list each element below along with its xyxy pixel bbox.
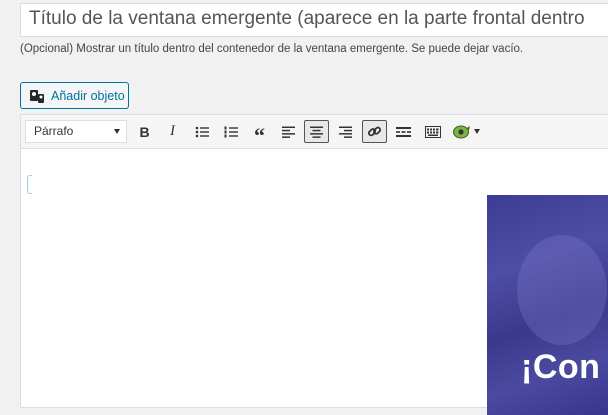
format-select-value: Párrafo <box>34 124 74 138</box>
add-media-icon <box>29 88 45 104</box>
plugin-logo-icon <box>452 125 480 139</box>
align-right-button[interactable] <box>333 120 358 143</box>
align-center-button[interactable] <box>304 120 329 143</box>
blockquote-icon: “ <box>254 122 265 148</box>
align-left-button[interactable] <box>276 120 301 143</box>
bold-button[interactable]: B <box>132 120 157 143</box>
title-hint-text: (Opcional) Mostrar un título dentro del … <box>20 43 524 55</box>
blockquote-button[interactable]: “ <box>247 120 272 146</box>
editor-content-area[interactable]: ¡Con <box>20 148 608 415</box>
add-media-button[interactable]: Añadir objeto <box>20 82 129 109</box>
toolbar-toggle-button[interactable] <box>420 120 445 143</box>
editor-toolbar: Párrafo B I “ <box>20 114 608 148</box>
italic-icon: I <box>170 123 175 139</box>
read-more-icon <box>396 126 411 137</box>
insert-link-button[interactable] <box>362 120 387 143</box>
bulleted-list-icon <box>195 126 209 138</box>
bulleted-list-button[interactable] <box>189 120 214 143</box>
keyboard-icon <box>424 125 441 138</box>
align-center-icon <box>310 126 323 138</box>
popup-title-input[interactable]: Título de la ventana emergente (aparece … <box>20 3 608 37</box>
bold-icon: B <box>139 123 150 140</box>
plugin-shortcode-button[interactable] <box>449 120 483 143</box>
read-more-button[interactable] <box>391 120 416 143</box>
italic-button[interactable]: I <box>160 120 185 143</box>
text-cursor <box>27 175 32 194</box>
image-background-shape <box>517 235 607 345</box>
align-left-icon <box>282 126 295 138</box>
link-icon <box>367 124 382 139</box>
dropdown-caret-icon <box>473 129 480 134</box>
add-media-label: Añadir objeto <box>51 88 125 103</box>
numbered-list-button[interactable] <box>218 120 243 143</box>
align-right-icon <box>339 126 352 138</box>
image-banner-text: ¡Con <box>521 348 601 386</box>
chevron-down-icon <box>114 129 120 134</box>
embedded-image[interactable]: ¡Con <box>487 195 608 415</box>
numbered-list-icon <box>224 126 238 138</box>
paragraph-format-select[interactable]: Párrafo <box>25 120 127 143</box>
